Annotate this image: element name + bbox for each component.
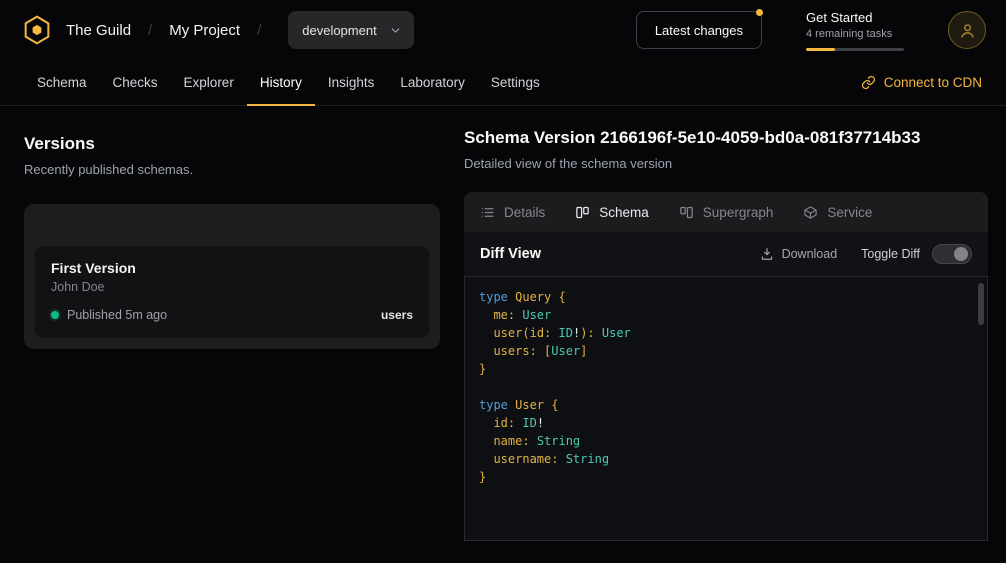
- breadcrumb-separator: /: [148, 22, 152, 39]
- get-started-subtitle: 4 remaining tasks: [806, 28, 904, 40]
- tab-supergraph[interactable]: Supergraph: [679, 205, 774, 220]
- package-icon: [803, 205, 818, 220]
- breadcrumb: The Guild / My Project / development: [20, 11, 414, 49]
- latest-changes-label: Latest changes: [655, 23, 743, 38]
- top-header: The Guild / My Project / development Lat…: [0, 0, 1006, 60]
- version-list-item[interactable]: First Version John Doe Published 5m ago …: [35, 246, 429, 338]
- chevron-down-icon: [389, 24, 402, 37]
- environment-selector-value: development: [302, 23, 376, 38]
- nav-tab-laboratory[interactable]: Laboratory: [387, 60, 478, 106]
- tab-schema[interactable]: Schema: [575, 205, 649, 220]
- version-status: Published 5m ago: [67, 308, 167, 322]
- tab-supergraph-label: Supergraph: [703, 205, 774, 220]
- nav-tab-schema[interactable]: Schema: [24, 60, 100, 106]
- tab-details[interactable]: Details: [480, 205, 545, 220]
- tab-service-label: Service: [827, 205, 872, 220]
- diff-view-title: Diff View: [480, 246, 541, 262]
- download-label: Download: [782, 247, 838, 261]
- progress-fill: [806, 48, 835, 51]
- version-detail-section: Schema Version 2166196f-5e10-4059-bd0a-0…: [464, 128, 1006, 563]
- version-service-badge: users: [381, 308, 413, 322]
- version-author: John Doe: [51, 280, 413, 294]
- breadcrumb-project[interactable]: My Project: [169, 22, 240, 39]
- nav-tab-explorer[interactable]: Explorer: [171, 60, 247, 106]
- schema-code-block: type Query { me: User user(id: ID!): Use…: [464, 276, 988, 541]
- download-icon: [760, 247, 774, 261]
- tab-schema-label: Schema: [599, 205, 649, 220]
- versions-title: Versions: [24, 134, 440, 154]
- main-nav: Schema Checks Explorer History Insights …: [0, 60, 1006, 106]
- connect-to-cdn-link[interactable]: Connect to CDN: [861, 60, 982, 105]
- link-icon: [861, 75, 876, 90]
- code-content[interactable]: type Query { me: User user(id: ID!): Use…: [465, 277, 987, 497]
- toggle-diff-label: Toggle Diff: [861, 247, 920, 261]
- breadcrumb-org[interactable]: The Guild: [66, 22, 131, 39]
- download-button[interactable]: Download: [760, 247, 838, 261]
- version-name: First Version: [51, 260, 413, 276]
- connect-to-cdn-label: Connect to CDN: [884, 75, 982, 90]
- topbar-right: Latest changes Get Started 4 remaining t…: [636, 10, 986, 51]
- app-root: The Guild / My Project / development Lat…: [0, 0, 1006, 563]
- nav-tab-insights[interactable]: Insights: [315, 60, 388, 106]
- toggle-diff-group: Toggle Diff: [861, 244, 972, 264]
- versions-subtitle: Recently published schemas.: [24, 162, 440, 177]
- published-status-dot: [51, 311, 59, 319]
- toggle-knob: [954, 247, 968, 261]
- schema-icon: [575, 205, 590, 220]
- toggle-diff-switch[interactable]: [932, 244, 972, 264]
- version-detail-subtitle: Detailed view of the schema version: [464, 156, 988, 171]
- latest-changes-button[interactable]: Latest changes: [636, 11, 762, 49]
- user-avatar[interactable]: [948, 11, 986, 49]
- tab-service[interactable]: Service: [803, 205, 872, 220]
- breadcrumb-separator: /: [257, 22, 261, 39]
- tab-details-label: Details: [504, 205, 545, 220]
- version-status-row: Published 5m ago users: [51, 308, 413, 322]
- diff-actions: Download Toggle Diff: [760, 244, 972, 264]
- notification-dot: [756, 9, 763, 16]
- get-started-widget[interactable]: Get Started 4 remaining tasks: [806, 10, 904, 51]
- get-started-progress-track: [806, 48, 904, 51]
- vertical-scrollbar-thumb[interactable]: [978, 283, 984, 325]
- list-icon: [480, 205, 495, 220]
- versions-card: First Version John Doe Published 5m ago …: [24, 204, 440, 349]
- environment-selector[interactable]: development: [288, 11, 413, 49]
- person-icon: [958, 21, 977, 40]
- versions-section: Versions Recently published schemas. Fir…: [0, 128, 464, 563]
- detail-tabs: Details Schema Supergraph: [464, 192, 988, 232]
- guild-logo-icon[interactable]: [20, 13, 54, 47]
- diff-view-header: Diff View Download Toggle Diff: [464, 232, 988, 276]
- get-started-title: Get Started: [806, 10, 904, 25]
- nav-tab-history[interactable]: History: [247, 60, 315, 106]
- supergraph-icon: [679, 205, 694, 220]
- version-detail-title: Schema Version 2166196f-5e10-4059-bd0a-0…: [464, 128, 988, 148]
- main-content: Versions Recently published schemas. Fir…: [0, 106, 1006, 563]
- version-detail-panel: Details Schema Supergraph: [464, 192, 988, 541]
- nav-tab-checks[interactable]: Checks: [100, 60, 171, 106]
- nav-tab-settings[interactable]: Settings: [478, 60, 553, 106]
